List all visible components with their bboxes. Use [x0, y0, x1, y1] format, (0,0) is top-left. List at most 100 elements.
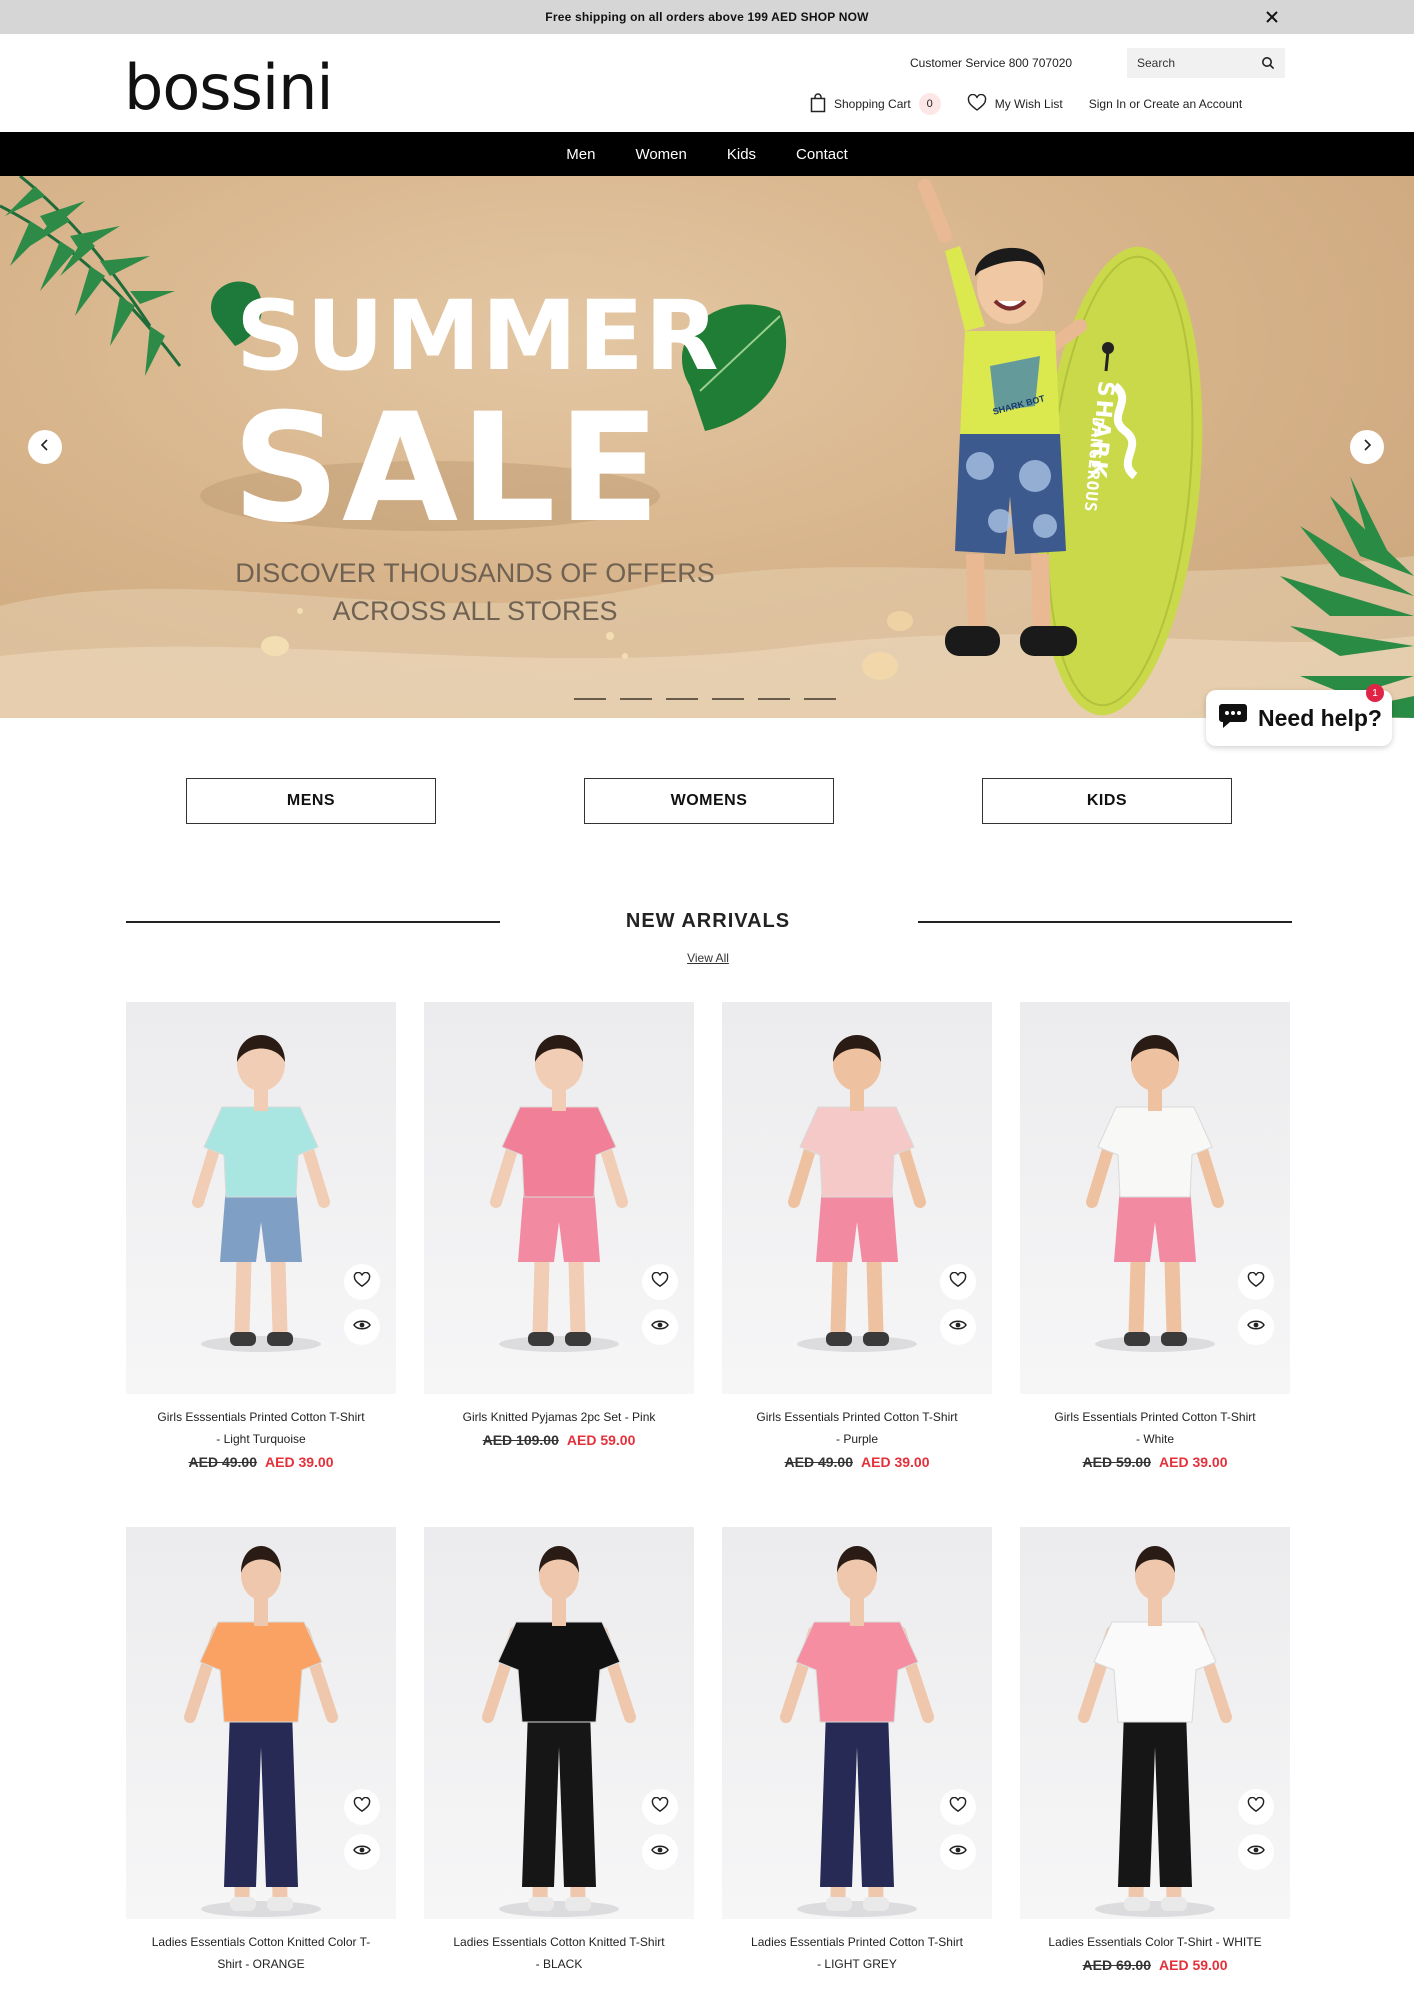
- add-to-wishlist-button[interactable]: [642, 1789, 678, 1825]
- slide-dot[interactable]: [712, 698, 744, 700]
- notification-badge: 1: [1366, 684, 1384, 702]
- quick-view-button[interactable]: [1238, 1834, 1274, 1870]
- eye-icon: [651, 1843, 669, 1861]
- hero-next-button[interactable]: [1350, 430, 1384, 464]
- nav-item-contact[interactable]: Contact: [796, 146, 848, 163]
- heart-icon: [651, 1796, 669, 1818]
- product-name[interactable]: Girls Essentials Printed Cotton T-Shirt …: [1020, 1406, 1290, 1450]
- heart-icon: [1247, 1271, 1265, 1293]
- slide-dot[interactable]: [758, 698, 790, 700]
- product-name-line2: - LIGHT GREY: [817, 1957, 897, 1971]
- product-name-line2: - BLACK: [535, 1957, 583, 1971]
- category-kids-button[interactable]: KIDS: [982, 778, 1232, 824]
- hero-banner[interactable]: SUMMER SALE DISCOVER THOUSANDS OF OFFERS…: [0, 176, 1414, 718]
- product-card[interactable]: Girls Knitted Pyjamas 2pc Set - Pink AED…: [424, 1002, 694, 1472]
- product-name-line1: Girls Essentials Printed Cotton T-Shirt: [756, 1410, 958, 1424]
- close-icon[interactable]: [1260, 5, 1284, 29]
- add-to-wishlist-button[interactable]: [940, 1789, 976, 1825]
- category-womens-button[interactable]: WOMENS: [584, 778, 834, 824]
- eye-icon: [949, 1843, 967, 1861]
- product-card[interactable]: Ladies Essentials Printed Cotton T-Shirt…: [722, 1527, 992, 1997]
- wishlist-link[interactable]: My Wish List: [967, 93, 1063, 115]
- hero-illustration: [0, 176, 1414, 718]
- hero-title-line1: SUMMER: [236, 280, 720, 392]
- add-to-wishlist-button[interactable]: [344, 1789, 380, 1825]
- quick-view-button[interactable]: [642, 1834, 678, 1870]
- hero-subtitle-line1: DISCOVER THOUSANDS OF OFFERS: [235, 558, 715, 588]
- quick-view-button[interactable]: [642, 1309, 678, 1345]
- product-card[interactable]: Ladies Essentials Cotton Knitted Color T…: [126, 1527, 396, 1997]
- sale-price: AED 39.00: [1159, 1454, 1228, 1470]
- nav-item-kids[interactable]: Kids: [727, 146, 756, 163]
- slide-dot[interactable]: [620, 698, 652, 700]
- product-price: AED 69.00 AED 59.00: [1020, 1957, 1290, 1973]
- account-link[interactable]: Sign In or Create an Account: [1089, 97, 1242, 111]
- shopping-cart-label: Shopping Cart: [834, 97, 911, 111]
- product-name[interactable]: Girls Esssentials Printed Cotton T-Shirt…: [126, 1406, 396, 1450]
- heart-icon: [949, 1271, 967, 1293]
- hero-subtitle-line2: ACROSS ALL STORES: [332, 596, 618, 626]
- add-to-wishlist-button[interactable]: [642, 1264, 678, 1300]
- sale-price: AED 59.00: [566, 1432, 636, 1448]
- product-name[interactable]: Girls Knitted Pyjamas 2pc Set - Pink: [424, 1406, 694, 1428]
- product-name-line2: Shirt - ORANGE: [217, 1957, 305, 1971]
- heart-icon: [353, 1271, 371, 1293]
- site-header: bossini Customer Service 800 707020 Shop…: [0, 34, 1414, 132]
- quick-view-button[interactable]: [940, 1834, 976, 1870]
- eye-icon: [651, 1318, 669, 1336]
- product-card[interactable]: Ladies Essentials Cotton Knitted T-Shirt…: [424, 1527, 694, 1997]
- old-price: AED 49.00: [784, 1454, 853, 1470]
- product-name[interactable]: Ladies Essentials Color T-Shirt - WHITE: [1020, 1931, 1290, 1953]
- divider-left: [126, 921, 500, 923]
- product-card[interactable]: Girls Esssentials Printed Cotton T-Shirt…: [126, 1002, 396, 1472]
- shopping-cart-link[interactable]: Shopping Cart 0: [810, 92, 941, 116]
- hero-title-line2: SALE: [232, 382, 663, 556]
- nav-item-women[interactable]: Women: [635, 146, 686, 163]
- product-name[interactable]: Ladies Essentials Cotton Knitted T-Shirt…: [424, 1931, 694, 1975]
- product-name[interactable]: Ladies Essentials Cotton Knitted Color T…: [126, 1931, 396, 1975]
- header-links: Shopping Cart 0 My Wish List Sign In or …: [810, 92, 1242, 116]
- product-name-line2: - Purple: [835, 1432, 879, 1446]
- hero-prev-button[interactable]: [28, 430, 62, 464]
- add-to-wishlist-button[interactable]: [1238, 1264, 1274, 1300]
- eye-icon: [353, 1843, 371, 1861]
- search-input[interactable]: [1137, 56, 1257, 70]
- product-card[interactable]: Girls Essentials Printed Cotton T-Shirt …: [722, 1002, 992, 1472]
- quick-view-button[interactable]: [344, 1309, 380, 1345]
- chevron-left-icon: [38, 438, 52, 457]
- add-to-wishlist-button[interactable]: [344, 1264, 380, 1300]
- product-card[interactable]: Girls Essentials Printed Cotton T-Shirt …: [1020, 1002, 1290, 1472]
- add-to-wishlist-button[interactable]: [940, 1264, 976, 1300]
- logo[interactable]: bossini: [124, 57, 334, 119]
- view-all-link[interactable]: View All: [660, 951, 756, 965]
- eye-icon: [1247, 1843, 1265, 1861]
- eye-icon: [1247, 1318, 1265, 1336]
- heart-icon: [1247, 1796, 1265, 1818]
- announcement-text[interactable]: Free shipping on all orders above 199 AE…: [545, 10, 868, 24]
- product-name[interactable]: Ladies Essentials Printed Cotton T-Shirt…: [722, 1931, 992, 1975]
- cart-count-badge: 0: [918, 93, 941, 115]
- slide-dot[interactable]: [804, 698, 836, 700]
- wishlist-label: My Wish List: [994, 97, 1063, 111]
- quick-view-button[interactable]: [940, 1309, 976, 1345]
- slide-dot[interactable]: [666, 698, 698, 700]
- quick-view-button[interactable]: [344, 1834, 380, 1870]
- slide-dot[interactable]: [574, 698, 606, 700]
- search-icon[interactable]: [1261, 56, 1275, 70]
- section-title: NEW ARRIVALS: [625, 910, 791, 932]
- product-name-line1: Girls Knitted Pyjamas 2pc Set - Pink: [462, 1410, 656, 1424]
- old-price: AED 49.00: [188, 1454, 257, 1470]
- product-price: AED 59.00 AED 39.00: [1020, 1454, 1290, 1470]
- add-to-wishlist-button[interactable]: [1238, 1789, 1274, 1825]
- eye-icon: [353, 1318, 371, 1336]
- nav-item-men[interactable]: Men: [566, 146, 595, 163]
- heart-icon: [651, 1271, 669, 1293]
- product-name-line1: Girls Esssentials Printed Cotton T-Shirt: [157, 1410, 365, 1424]
- product-name[interactable]: Girls Essentials Printed Cotton T-Shirt …: [722, 1406, 992, 1450]
- category-mens-button[interactable]: MENS: [186, 778, 436, 824]
- product-card[interactable]: Ladies Essentials Color T-Shirt - WHITE …: [1020, 1527, 1290, 1997]
- need-help-chat-button[interactable]: Need help? 1: [1206, 684, 1392, 746]
- product-price: AED 49.00 AED 39.00: [722, 1454, 992, 1470]
- product-price: AED 109.00 AED 59.00: [424, 1432, 694, 1448]
- quick-view-button[interactable]: [1238, 1309, 1274, 1345]
